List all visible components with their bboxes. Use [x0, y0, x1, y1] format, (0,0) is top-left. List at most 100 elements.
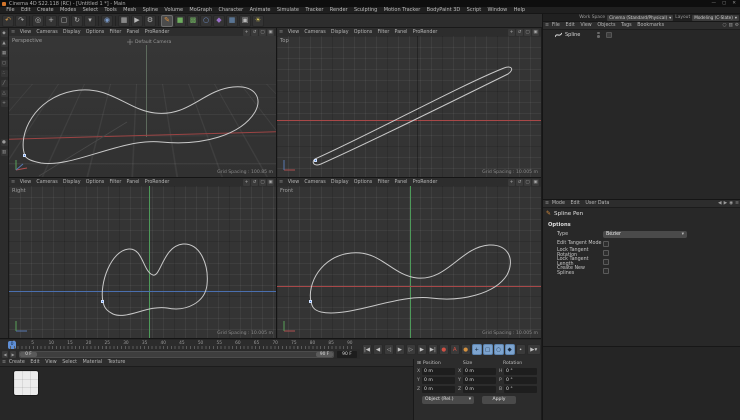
- menu-item[interactable]: Volume: [161, 7, 186, 13]
- viewport-menu-item[interactable]: Display: [328, 180, 351, 185]
- viewport-menu-item[interactable]: Panel: [124, 180, 142, 185]
- viewport-menu-item[interactable]: Cameras: [302, 180, 329, 185]
- zoom-view-icon[interactable]: ▢: [259, 178, 266, 186]
- frame-back-spinner[interactable]: ◀: [2, 350, 8, 358]
- viewport-menu-item[interactable]: Panel: [392, 30, 410, 35]
- maximize-button[interactable]: ▢: [722, 1, 726, 6]
- texture-mode-icon[interactable]: ▦: [0, 50, 8, 57]
- last-used-tool-icon[interactable]: ▾: [84, 14, 96, 27]
- spline-pen-tool-icon[interactable]: ✎: [161, 14, 173, 27]
- menu-item[interactable]: Character: [215, 7, 246, 13]
- lock-icon[interactable]: ◉: [729, 201, 733, 206]
- zoom-view-icon[interactable]: ▢: [524, 178, 531, 186]
- workplane-snap-icon[interactable]: ▥: [0, 149, 8, 156]
- light-icon[interactable]: ☀: [252, 14, 264, 27]
- object-name[interactable]: Spline: [565, 32, 580, 38]
- type-dropdown[interactable]: Bézier ▾: [603, 231, 687, 238]
- viewport-menu-item[interactable]: ProRender: [410, 30, 440, 35]
- viewport-menu-item[interactable]: Display: [328, 30, 351, 35]
- search-icon[interactable]: ○: [723, 23, 727, 28]
- range-slider[interactable]: 0 F 90 F: [19, 350, 334, 358]
- rotation-toggle[interactable]: ○: [493, 344, 504, 355]
- material-menu-item[interactable]: View: [42, 360, 59, 365]
- end-frame-field[interactable]: 90 F: [337, 350, 357, 358]
- viewport-menu-item[interactable]: Options: [351, 30, 375, 35]
- object-manager-menu-item[interactable]: File: [549, 23, 563, 28]
- menu-item[interactable]: Window: [484, 7, 510, 13]
- viewport-menu-item[interactable]: Panel: [392, 180, 410, 185]
- orbit-view-icon[interactable]: ↺: [251, 28, 258, 36]
- menu-item[interactable]: Tracker: [302, 7, 326, 13]
- spline-point[interactable]: [101, 300, 104, 303]
- close-button[interactable]: ✕: [732, 1, 736, 6]
- viewport-menu-item[interactable]: Options: [351, 180, 375, 185]
- autokey-button[interactable]: A: [449, 344, 460, 355]
- viewport-menu-item[interactable]: Options: [83, 180, 107, 185]
- viewport-menu-item[interactable]: Cameras: [34, 180, 61, 185]
- next-key-button[interactable]: ▶: [416, 344, 427, 355]
- environment-icon[interactable]: ▦: [226, 14, 238, 27]
- playback-options-dropdown[interactable]: ▶▾: [526, 344, 541, 355]
- make-editable-icon[interactable]: ◆: [0, 30, 8, 37]
- attribute-menu-item[interactable]: Mode: [549, 201, 568, 206]
- pan-view-icon[interactable]: +: [243, 178, 250, 186]
- object-row[interactable]: Spline: [543, 30, 740, 39]
- position-field[interactable]: 0 m: [422, 377, 455, 384]
- panel-icon[interactable]: ≡: [279, 179, 283, 185]
- viewport-menu-item[interactable]: Display: [60, 180, 83, 185]
- options-section-header[interactable]: Options: [543, 219, 740, 230]
- snap-icon[interactable]: ●: [0, 139, 8, 146]
- points-mode-icon[interactable]: ∴: [0, 70, 8, 77]
- apply-button[interactable]: Apply: [482, 396, 516, 404]
- material-menu-item[interactable]: Select: [59, 360, 79, 365]
- layout-dropdown[interactable]: Modeling (C-Slate) ▾: [692, 14, 739, 21]
- camera-icon[interactable]: ▣: [239, 14, 251, 27]
- previous-frame-button[interactable]: ◁: [383, 344, 394, 355]
- rotation-field[interactable]: 0 °: [504, 368, 537, 375]
- range-end-handle[interactable]: 90 F: [316, 351, 333, 357]
- menu-item[interactable]: Mesh: [120, 7, 140, 13]
- maximize-view-icon[interactable]: ▣: [267, 28, 274, 36]
- spline-primitive-icon[interactable]: ○: [200, 14, 212, 27]
- size-field[interactable]: 0 m: [463, 386, 496, 393]
- rotation-field[interactable]: 0 °: [504, 386, 537, 393]
- object-manager-menu-item[interactable]: Edit: [563, 23, 578, 28]
- spline-curve[interactable]: [277, 36, 541, 177]
- menu-item[interactable]: Script: [463, 7, 484, 13]
- render-picture-viewer-icon[interactable]: ▶: [131, 14, 143, 27]
- move-tool-icon[interactable]: +: [45, 14, 57, 27]
- gear-icon[interactable]: ⚙: [735, 23, 739, 28]
- panel-icon[interactable]: ≡: [279, 29, 283, 35]
- attribute-menu-item[interactable]: User Data: [583, 201, 613, 206]
- menu-item[interactable]: Create: [34, 7, 57, 13]
- previous-key-button[interactable]: ◀: [372, 344, 383, 355]
- material-menu-item[interactable]: Material: [80, 360, 105, 365]
- redo-icon[interactable]: ↷: [15, 14, 27, 27]
- material-menu-item[interactable]: Texture: [105, 360, 128, 365]
- menu-item[interactable]: Simulate: [274, 7, 302, 13]
- viewport-menu-item[interactable]: Cameras: [34, 30, 61, 35]
- viewport-menu-item[interactable]: Panel: [124, 30, 142, 35]
- viewport-menu-item[interactable]: Display: [60, 30, 83, 35]
- panel-icon[interactable]: ≡: [11, 179, 15, 185]
- back-icon[interactable]: ◀: [718, 201, 722, 206]
- coordinate-system-icon[interactable]: ◉: [101, 14, 113, 27]
- model-mode-icon[interactable]: ▲: [0, 40, 8, 47]
- menu-item[interactable]: Render: [327, 7, 351, 13]
- record-keyframe-button[interactable]: ●: [438, 344, 449, 355]
- viewport-front[interactable]: ≡ View Cameras Display Options Filter Panel Pr…: [277, 178, 541, 338]
- orbit-view-icon[interactable]: ↺: [516, 28, 523, 36]
- viewport-menu-item[interactable]: View: [17, 30, 34, 35]
- menu-item[interactable]: Help: [510, 7, 528, 13]
- orbit-view-icon[interactable]: ↺: [516, 178, 523, 186]
- workplane-mode-icon[interactable]: ◻: [0, 60, 8, 67]
- menu-item[interactable]: File: [3, 7, 18, 13]
- zoom-view-icon[interactable]: ▢: [524, 28, 531, 36]
- keyframe-selection-button[interactable]: ●: [460, 344, 471, 355]
- list-icon[interactable]: ≡: [735, 201, 739, 206]
- object-manager-menu-item[interactable]: Objects: [595, 23, 619, 28]
- menu-item[interactable]: Modes: [57, 7, 80, 13]
- menu-item[interactable]: Tools: [101, 7, 120, 13]
- maximize-view-icon[interactable]: ▣: [532, 28, 539, 36]
- viewport-menu-item[interactable]: Filter: [107, 180, 124, 185]
